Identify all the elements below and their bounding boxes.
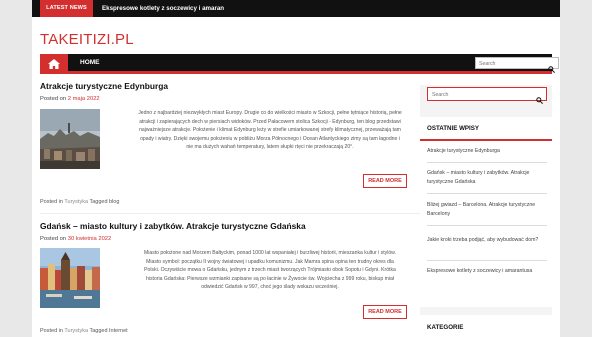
header-search-input[interactable] bbox=[479, 60, 543, 67]
categories-title: KATEGORIE bbox=[427, 324, 464, 331]
post-excerpt: Jedno z najbardziej niezwykłych miast Eu… bbox=[138, 110, 402, 151]
post-footer-meta: Posted in Turystyka Tagged blog bbox=[40, 199, 119, 205]
post-footer-meta: Posted in Turystyka Tagged Internet bbox=[40, 328, 128, 334]
category-link[interactable]: Turystyka bbox=[64, 199, 88, 205]
widget-title-underline bbox=[420, 139, 552, 141]
recent-post-divider bbox=[427, 260, 547, 261]
recent-posts-widget: OSTATNIE WPISY Atrakcje turystyczne Edyn… bbox=[420, 117, 552, 307]
search-icon[interactable] bbox=[548, 60, 555, 78]
page-container: TAKEITIZI.PL HOME Atrakcje turystyczne E… bbox=[32, 17, 560, 337]
tagged-label: Tagged bbox=[89, 328, 108, 334]
sidebar-search-input[interactable] bbox=[432, 91, 532, 98]
tagged-label: Tagged bbox=[89, 199, 108, 205]
read-more-button[interactable]: READ MORE bbox=[363, 305, 407, 319]
posted-on-label: Posted on bbox=[40, 236, 67, 242]
post-thumbnail[interactable] bbox=[40, 248, 100, 308]
tag-link[interactable]: blog bbox=[109, 199, 119, 205]
home-icon[interactable] bbox=[40, 54, 68, 74]
header-search-box bbox=[475, 57, 559, 73]
news-ticker-link[interactable]: Ekspresowe kotlety z soczewicy i amaran bbox=[102, 0, 224, 17]
recent-post-divider bbox=[427, 193, 547, 194]
posted-in-label: Posted in bbox=[40, 199, 63, 205]
recent-post-divider bbox=[427, 162, 547, 163]
post-date-link[interactable]: 30 kwietnia 2022 bbox=[68, 236, 112, 242]
recent-post-link[interactable]: Gdańsk – miasto kultury i zabytków. Atra… bbox=[427, 169, 547, 186]
read-more-button[interactable]: READ MORE bbox=[363, 174, 407, 188]
post-excerpt: Miasto położone nad Morzem Bałtyckim, po… bbox=[144, 250, 396, 291]
sidebar-search-box bbox=[427, 87, 547, 104]
recent-post-link[interactable]: Ekspresowe kotlety z soczewicy i amarant… bbox=[427, 267, 547, 276]
sidebar: OSTATNIE WPISY Atrakcje turystyczne Edyn… bbox=[420, 85, 552, 337]
recent-posts-title: OSTATNIE WPISY bbox=[427, 125, 480, 132]
post-meta: Posted on 30 kwietnia 2022 bbox=[40, 236, 111, 242]
recent-post-link[interactable]: Bliżej gwiazd – Barcelona. Atrakcje tury… bbox=[427, 201, 547, 218]
post-divider bbox=[40, 213, 420, 214]
post-meta: Posted on 2 maja 2022 bbox=[40, 96, 100, 102]
category-link[interactable]: Turystyka bbox=[64, 328, 88, 334]
nav-item-home[interactable]: HOME bbox=[80, 54, 100, 71]
posted-in-label: Posted in bbox=[40, 328, 63, 334]
post-thumbnail[interactable] bbox=[40, 109, 100, 169]
site-title[interactable]: TAKEITIZI.PL bbox=[40, 31, 134, 48]
search-icon[interactable] bbox=[536, 91, 543, 109]
posted-on-label: Posted on bbox=[40, 96, 67, 102]
recent-post-link[interactable]: Jakie kroki trzeba podjąć, aby wybudować… bbox=[427, 236, 547, 245]
post-title[interactable]: Gdańsk – miasto kultury i zabytków. Atra… bbox=[40, 221, 306, 231]
post-title[interactable]: Atrakcje turystyczne Edynburga bbox=[40, 81, 168, 91]
tag-link[interactable]: Internet bbox=[109, 328, 128, 334]
latest-news-badge: LATEST NEWS bbox=[40, 0, 93, 17]
post-date-link[interactable]: 2 maja 2022 bbox=[68, 96, 100, 102]
top-news-bar: LATEST NEWS Ekspresowe kotlety z soczewi… bbox=[32, 0, 560, 17]
main-navigation: HOME bbox=[40, 54, 559, 74]
categories-widget: KATEGORIE bbox=[420, 315, 552, 337]
recent-post-divider bbox=[427, 225, 547, 226]
recent-post-link[interactable]: Atrakcje turystyczne Edynburga bbox=[427, 147, 547, 156]
